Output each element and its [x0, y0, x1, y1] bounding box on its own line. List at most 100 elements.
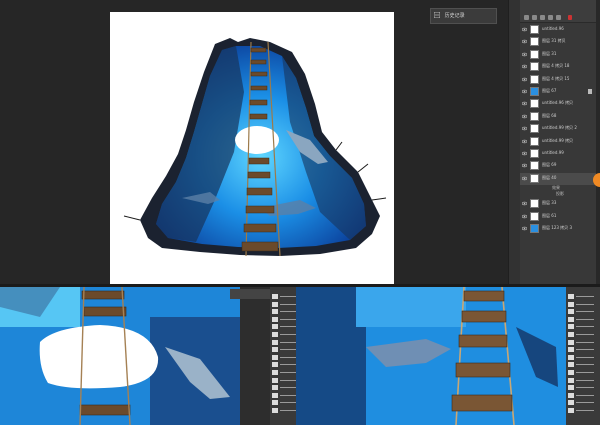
visibility-eye-icon[interactable]: [522, 201, 527, 206]
mini-layer-row[interactable]: [568, 369, 596, 376]
canvas-area[interactable]: 历史记录: [0, 0, 508, 286]
mini-layer-thumbnail: [272, 294, 278, 299]
layer-row[interactable]: 图层 68: [520, 111, 596, 123]
mini-layer-row[interactable]: [272, 323, 296, 330]
visibility-eye-icon[interactable]: [522, 77, 527, 82]
mini-layer-row[interactable]: [568, 331, 596, 338]
mini-layer-row[interactable]: [568, 361, 596, 368]
visibility-eye-icon[interactable]: [522, 214, 527, 219]
layer-row[interactable]: 图层 4 拷贝 15: [520, 74, 596, 86]
mini-layer-row[interactable]: [272, 308, 296, 315]
mini-layer-row[interactable]: [568, 323, 596, 330]
layer-row[interactable]: 图层 123 拷贝 3: [520, 223, 596, 235]
mini-layer-name-line: [280, 379, 296, 381]
filter-type-icon[interactable]: [540, 15, 545, 20]
visibility-eye-icon[interactable]: [522, 114, 527, 119]
mini-layer-row[interactable]: [568, 293, 596, 300]
mini-layer-row[interactable]: [272, 339, 296, 346]
filter-shape-icon[interactable]: [548, 15, 553, 20]
layer-name: 图层 67: [542, 88, 557, 93]
layer-row[interactable]: 图层 33: [520, 198, 596, 210]
layer-thumbnail: [530, 37, 539, 47]
filter-adjust-icon[interactable]: [532, 15, 537, 20]
visibility-eye-icon[interactable]: [522, 151, 527, 156]
mini-layer-thumbnail: [272, 392, 278, 398]
mini-layer-row[interactable]: [568, 392, 596, 399]
layer-row[interactable]: untitled.96: [520, 24, 596, 36]
visibility-eye-icon[interactable]: [522, 52, 527, 57]
mini-layer-thumbnail: [272, 377, 278, 383]
layer-name: 图层 4 拷贝 15: [542, 75, 570, 81]
layer-row[interactable]: 图层 61: [520, 211, 596, 223]
mini-layer-row[interactable]: [568, 407, 596, 414]
mini-layer-row[interactable]: [272, 331, 296, 338]
mini-layer-row[interactable]: [272, 346, 296, 353]
mini-layer-row[interactable]: [568, 308, 596, 315]
layer-thumbnail: [530, 136, 539, 146]
mini-layer-thumbnail: [568, 385, 574, 391]
filter-smart-icon[interactable]: [556, 15, 561, 20]
mini-layer-name-line: [576, 364, 594, 366]
layer-row[interactable]: untitled.96 拷贝: [520, 98, 596, 110]
layer-row[interactable]: 图层 40: [520, 172, 596, 185]
mini-layer-row[interactable]: [272, 377, 296, 384]
layer-row[interactable]: untitled.99 拷贝: [520, 136, 596, 148]
visibility-eye-icon[interactable]: [522, 126, 527, 131]
mini-layer-row[interactable]: [272, 293, 296, 300]
visibility-eye-icon[interactable]: [522, 101, 527, 106]
mini-layer-row[interactable]: [272, 369, 296, 376]
layer-row[interactable]: untitled.99 拷贝 2: [520, 123, 596, 135]
mini-layer-row[interactable]: [568, 316, 596, 323]
layer-name: 图层 4 拷贝 18: [542, 63, 570, 69]
visibility-eye-icon[interactable]: [522, 64, 527, 69]
visibility-eye-icon[interactable]: [522, 139, 527, 144]
layer-row[interactable]: 图层 67: [520, 86, 596, 98]
document-canvas[interactable]: [110, 12, 394, 284]
mini-layer-row[interactable]: [272, 392, 296, 399]
mini-layer-thumbnail: [568, 332, 574, 337]
mini-layer-row[interactable]: [568, 377, 596, 384]
mini-layer-name-line: [576, 311, 594, 313]
mini-layer-row[interactable]: [568, 339, 596, 346]
lock-icon: [588, 89, 592, 94]
layer-row[interactable]: untitled.99: [520, 148, 596, 160]
mini-layer-row[interactable]: [272, 399, 296, 406]
visibility-eye-icon[interactable]: [522, 226, 527, 231]
mini-layer-name-line: [576, 410, 594, 411]
mini-panel-tab-left[interactable]: [230, 289, 270, 299]
visibility-eye-icon[interactable]: [522, 39, 527, 44]
mini-layer-row[interactable]: [272, 316, 296, 323]
visibility-eye-icon[interactable]: [522, 163, 527, 168]
visibility-eye-icon[interactable]: [522, 176, 527, 181]
history-panel-tab[interactable]: 历史记录: [430, 8, 497, 24]
mini-layer-row[interactable]: [568, 301, 596, 308]
layer-row[interactable]: 图层 31: [520, 49, 596, 61]
layer-thumbnail: [530, 74, 539, 84]
layer-thumbnail: [530, 87, 539, 96]
panel-expand-button[interactable]: [593, 173, 600, 187]
mini-layer-name-line: [576, 296, 594, 297]
drop-shadow-effect[interactable]: 投影: [556, 191, 564, 197]
mini-layer-row[interactable]: [272, 407, 296, 414]
mini-layer-thumbnail: [568, 392, 574, 398]
mini-layer-row[interactable]: [568, 399, 596, 406]
mini-layer-row[interactable]: [568, 384, 596, 391]
layer-row[interactable]: 图层 4 拷贝 18: [520, 61, 596, 73]
mini-layer-row[interactable]: [272, 361, 296, 368]
mini-layer-name-line: [280, 349, 296, 351]
mini-layer-row[interactable]: [568, 354, 596, 361]
filter-pixel-icon[interactable]: [524, 15, 529, 20]
layer-row[interactable]: 图层 69: [520, 160, 596, 172]
mini-layer-row[interactable]: [272, 384, 296, 391]
mini-layer-name-line: [576, 394, 594, 396]
mini-layer-row[interactable]: [272, 301, 296, 308]
visibility-eye-icon[interactable]: [522, 89, 527, 94]
history-panel-label: 历史记录: [444, 13, 465, 19]
mini-layer-row[interactable]: [272, 354, 296, 361]
mini-layer-row[interactable]: [568, 346, 596, 353]
visibility-eye-icon[interactable]: [522, 27, 527, 32]
layer-name: untitled.99 拷贝: [542, 137, 574, 143]
filter-toggle-icon[interactable]: [568, 15, 572, 20]
layer-name: 图层 69: [542, 162, 557, 168]
layer-row[interactable]: 图层 31 拷贝: [520, 36, 596, 48]
